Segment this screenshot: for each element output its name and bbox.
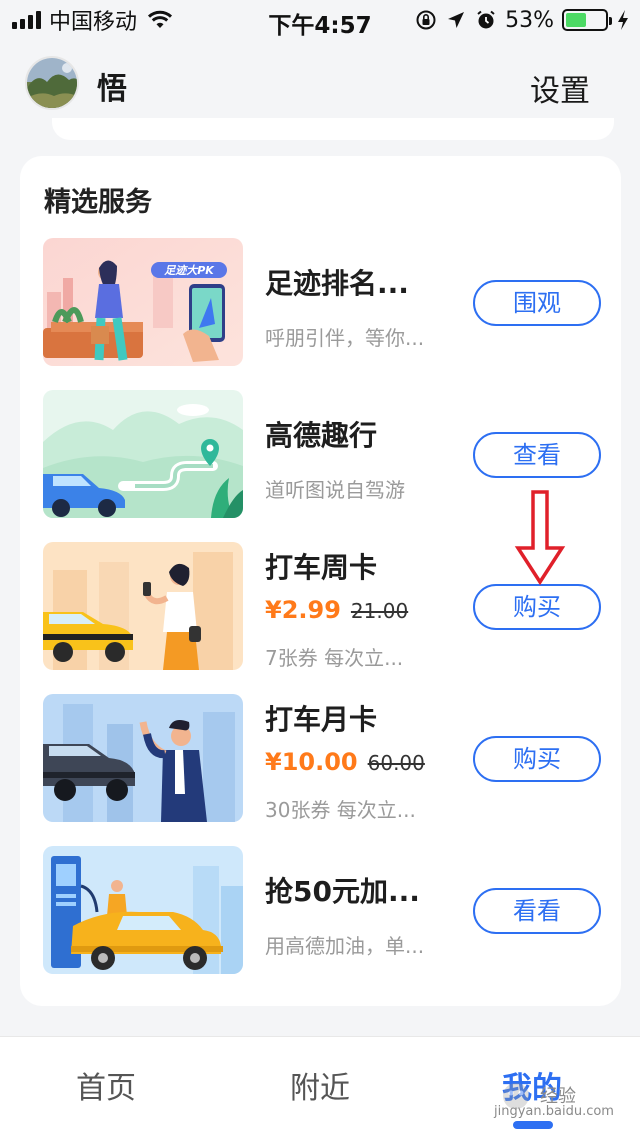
gaode-trip-thumbnail	[43, 390, 243, 518]
settings-link[interactable]: 设置	[530, 66, 590, 110]
watch-button[interactable]: 围观	[473, 280, 601, 326]
avatar[interactable]	[25, 56, 79, 110]
tab-nearby[interactable]: 附近	[250, 1063, 390, 1107]
orientation-lock-icon	[416, 10, 436, 30]
status-right: 53%	[415, 7, 630, 33]
watermark-url: jingyan.baidu.com	[494, 1104, 614, 1119]
footprint-ranking-thumbnail: 足迹大PK	[43, 238, 243, 366]
profile-header: 悟 设置	[0, 40, 640, 130]
weekly-taxi-pass-thumbnail	[43, 542, 243, 670]
item-title: 打车周卡	[265, 551, 378, 584]
previous-card-edge	[52, 118, 614, 140]
username: 悟	[97, 72, 127, 107]
monthly-taxi-pass-thumbnail	[43, 694, 243, 822]
battery-icon	[562, 9, 612, 31]
annotation-arrow-icon	[514, 490, 566, 586]
item-title: 打车月卡	[265, 703, 378, 736]
look-button[interactable]: 看看	[473, 888, 601, 934]
current-price: ¥2.99	[265, 596, 341, 624]
item-subtitle: 呼朋引伴，等你...	[265, 326, 425, 350]
original-price: 60.00	[367, 751, 425, 775]
price-row: ¥2.99 21.00	[265, 596, 408, 624]
location-icon	[448, 12, 465, 28]
original-price: 21.00	[350, 599, 409, 623]
item-title: 足迹排名...	[265, 267, 409, 300]
avatar-image	[27, 58, 77, 108]
item-subtitle: 7张券 每次立...	[265, 646, 404, 670]
item-subtitle: 30张券 每次立...	[265, 798, 416, 822]
tab-home[interactable]: 首页	[36, 1063, 176, 1107]
item-title: 高德趣行	[265, 419, 378, 452]
thumb-badge: 足迹大PK	[164, 264, 215, 277]
list-item[interactable]: 抢50元加... 用高德加油，单... 看看	[43, 846, 603, 974]
view-button[interactable]: 查看	[473, 432, 601, 478]
charging-icon	[618, 10, 628, 30]
section-title: 精选服务	[44, 187, 152, 218]
list-item[interactable]: 足迹大PK 足迹排名... 呼朋引伴，等你... 围观	[43, 238, 603, 366]
buy-button[interactable]: 购买	[473, 584, 601, 630]
status-bar: 中国移动 下午4:57 53%	[0, 0, 640, 40]
item-subtitle: 用高德加油，单...	[265, 934, 425, 958]
alarm-icon	[477, 10, 495, 29]
current-price: ¥10.00	[265, 748, 358, 776]
buy-button[interactable]: 购买	[473, 736, 601, 782]
battery-percent: 53%	[505, 7, 554, 33]
item-subtitle: 道听图说自驾游	[265, 478, 405, 502]
fuel-coupon-thumbnail	[43, 846, 243, 974]
battery-fill	[566, 13, 587, 27]
price-row: ¥10.00 60.00	[265, 748, 425, 776]
item-title: 抢50元加...	[265, 875, 420, 908]
list-item[interactable]: 打车月卡 ¥10.00 60.00 30张券 每次立... 购买	[43, 694, 603, 822]
